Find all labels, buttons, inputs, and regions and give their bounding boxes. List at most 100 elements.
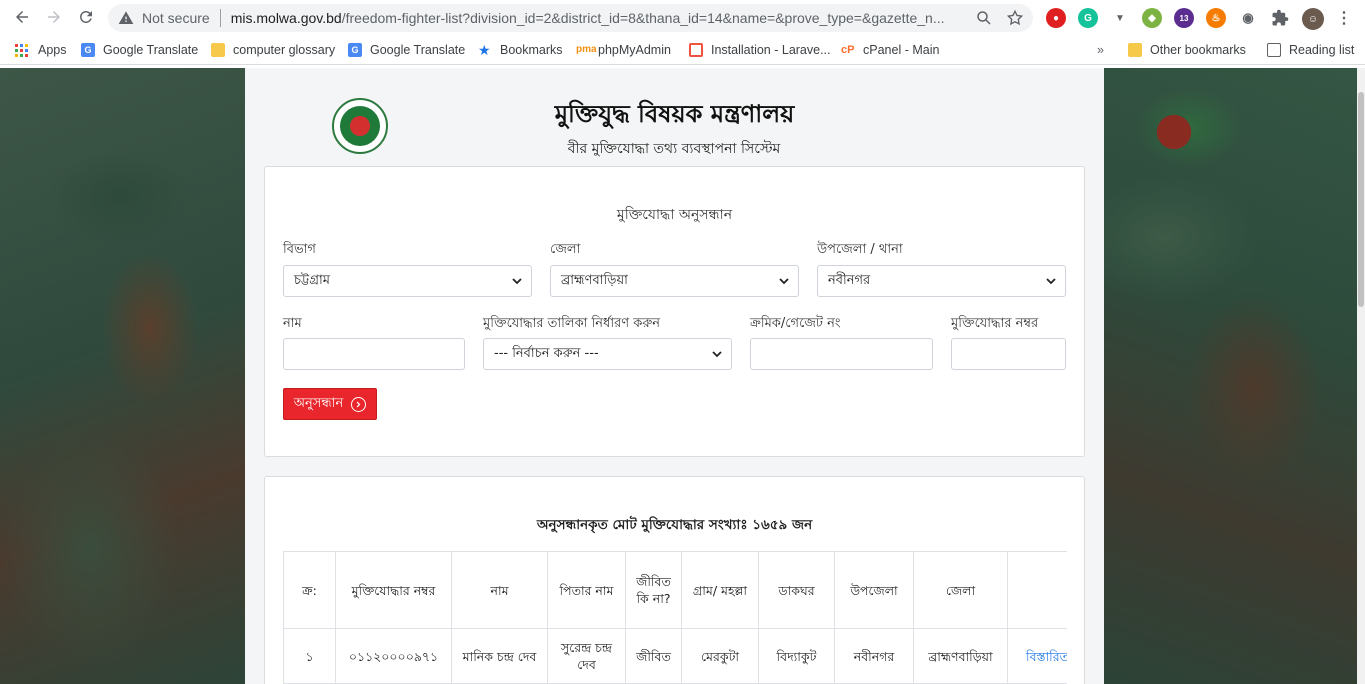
google-translate-icon: G	[81, 43, 95, 57]
list-type-select[interactable]: --- নির্বাচন করুন ---	[483, 338, 732, 370]
background-artwork-right	[1104, 68, 1357, 684]
reading-list-button[interactable]: Reading list	[1267, 41, 1354, 59]
cell-details: বিস্তারিত	[1007, 628, 1067, 684]
gazette-input[interactable]	[750, 338, 933, 370]
globe-extension-icon[interactable]: ◆	[1142, 8, 1162, 28]
zoom-search-icon[interactable]	[975, 9, 993, 27]
details-link[interactable]: বিস্তারিত	[1026, 649, 1067, 664]
bookmark-star-icon[interactable]	[1006, 9, 1024, 27]
phpmyadmin-icon: pma	[576, 44, 597, 55]
browser-toolbar: Not secure mis.molwa.gov.bd/freedom-figh…	[0, 0, 1365, 35]
gazette-label: ক্রমিক/গেজেট নং	[750, 316, 841, 331]
column-header: ক্র:	[283, 551, 336, 629]
search-button[interactable]: অনুসন্ধান	[283, 388, 377, 420]
folder-icon	[211, 43, 225, 57]
column-header: জেলা	[913, 551, 1008, 629]
bookmark-label: Bookmarks	[500, 43, 563, 57]
cell-name: মানিক চন্দ্র দেব	[451, 628, 548, 684]
bookmark-laravel-installation[interactable]: Installation - Larave...	[689, 41, 831, 59]
bookmark-cpanel[interactable]: cP cPanel - Main	[841, 41, 939, 59]
vue-devtools-extension-icon[interactable]: ▼	[1110, 8, 1130, 28]
name-input[interactable]	[283, 338, 465, 370]
thana-select[interactable]: নবীনগর	[817, 265, 1066, 297]
adblock-extension-icon[interactable]: ●	[1046, 8, 1066, 28]
cell-upazila: নবীনগর	[834, 628, 914, 684]
chevron-down-icon	[512, 278, 522, 285]
bookmark-bookmarks[interactable]: ★ Bookmarks	[478, 41, 563, 59]
bookmark-computer-glossary[interactable]: computer glossary	[211, 41, 335, 59]
bookmark-phpmyadmin[interactable]: pma phpMyAdmin	[576, 41, 671, 59]
page-subtitle: বীর মুক্তিযোদ্ধা তথ্য ব্যবস্থাপনা সিস্টে…	[567, 141, 781, 157]
division-select[interactable]: চট্টগ্রাম	[283, 265, 532, 297]
cell-alive-status: জীবিত	[625, 628, 682, 684]
district-select-value: ব্রাহ্মণবাড়িয়া	[561, 272, 628, 288]
cell-serial: ১	[283, 628, 336, 684]
scrollbar-thumb[interactable]	[1358, 92, 1364, 307]
thana-select-value: নবীনগর	[828, 272, 871, 288]
bookmark-apps-label: Apps	[38, 43, 67, 57]
arrow-circle-right-icon	[351, 396, 367, 412]
google-translate-icon: G	[348, 43, 362, 57]
folder-icon	[1128, 43, 1142, 57]
warning-triangle-icon[interactable]	[118, 10, 134, 26]
back-arrow-icon[interactable]	[6, 1, 38, 33]
name-label: নাম	[283, 316, 302, 331]
column-header: মুক্তিযোদ্ধার নম্বর	[335, 551, 452, 629]
column-header: উপজেলা	[834, 551, 914, 629]
url-text[interactable]: mis.molwa.gov.bd/freedom-fighter-list?di…	[231, 10, 951, 26]
bookmark-other-bookmarks[interactable]: Other bookmarks	[1128, 41, 1246, 59]
camera-extension-icon[interactable]: ◉	[1238, 8, 1258, 28]
address-bar[interactable]: Not secure mis.molwa.gov.bd/freedom-figh…	[108, 4, 1033, 32]
district-select[interactable]: ব্রাহ্মণবাড়িয়া	[550, 265, 799, 297]
ff-number-input[interactable]	[951, 338, 1066, 370]
profile-avatar[interactable]: ☺	[1302, 8, 1324, 30]
page-viewport: মুক্তিযুদ্ধ বিষয়ক মন্ত্রণালয় বীর মুক্ত…	[0, 68, 1365, 684]
bookmark-label: Installation - Larave...	[711, 43, 831, 57]
bookmark-label: cPanel - Main	[863, 43, 940, 57]
column-header	[1007, 551, 1067, 629]
ff-number-label: মুক্তিযোদ্ধার নম্বর	[951, 316, 1039, 331]
division-select-value: চট্টগ্রাম	[294, 272, 330, 288]
results-count-heading: অনুসন্ধানকৃত মোট মুক্তিযোদ্ধার সংখ্যাঃ ১…	[536, 517, 813, 533]
bookmarks-overflow-label: »	[1097, 43, 1104, 57]
not-secure-label[interactable]: Not secure	[142, 10, 210, 26]
bookmark-google-translate-2[interactable]: G Google Translate	[348, 41, 465, 59]
reload-icon[interactable]	[70, 1, 102, 33]
extension-badge-count: 13	[1179, 13, 1189, 23]
bookmark-apps[interactable]: Apps	[15, 41, 67, 59]
page-scrollbar[interactable]	[1357, 68, 1365, 684]
cell-village: মেরকুটা	[681, 628, 759, 684]
bookmarks-overflow-chevron-icon[interactable]: »	[1097, 41, 1104, 59]
cell-post-office: বিদ্যাকুট	[758, 628, 835, 684]
division-label: বিভাগ	[283, 242, 316, 257]
bookmark-label: computer glossary	[233, 43, 336, 57]
search-card: মুক্তিযোদ্ধা অনুসন্ধান বিভাগ চট্টগ্রাম জ…	[264, 166, 1085, 457]
table-header-row: ক্র: মুক্তিযোদ্ধার নম্বর নাম পিতার নাম জ…	[283, 551, 1067, 629]
grammarly-extension-icon[interactable]: G	[1078, 8, 1098, 28]
apps-grid-icon	[15, 43, 28, 57]
bookmark-google-translate-1[interactable]: G Google Translate	[81, 41, 198, 59]
thana-label: উপজেলা / থানা	[817, 242, 903, 257]
chevron-down-icon	[712, 351, 722, 358]
results-table-scroll[interactable]: ক্র: মুক্তিযোদ্ধার নম্বর নাম পিতার নাম জ…	[283, 551, 1067, 684]
bookmarks-bar: Apps G Google Translate computer glossar…	[0, 35, 1365, 65]
column-header: নাম	[451, 551, 548, 629]
list-type-label: মুক্তিযোদ্ধার তালিকা নির্ধারণ করুন	[483, 316, 661, 331]
reading-list-label: Reading list	[1289, 43, 1355, 57]
bookmark-label: Google Translate	[103, 43, 199, 57]
puzzle-extensions-icon[interactable]	[1270, 8, 1290, 28]
forward-arrow-icon[interactable]	[38, 1, 70, 33]
background-artwork-left	[0, 68, 245, 684]
cell-ff-number: ০১১২০০০০৯৭১	[335, 628, 452, 684]
search-heading: মুক্তিযোদ্ধা অনুসন্ধান	[616, 207, 733, 223]
page-title: মুক্তিযুদ্ধ বিষয়ক মন্ত্রণালয়	[554, 99, 795, 128]
column-header: গ্রাম/ মহল্লা	[681, 551, 759, 629]
extension-badge-icon[interactable]: 13	[1174, 8, 1194, 28]
chrome-menu-icon[interactable]: ⋮	[1334, 8, 1354, 28]
url-path: /freedom-fighter-list?division_id=2&dist…	[341, 10, 945, 26]
bookmark-label: phpMyAdmin	[598, 43, 671, 57]
cell-father-name: সুরেন্দ্র চন্দ্র দেব	[547, 628, 626, 684]
results-card: অনুসন্ধানকৃত মোট মুক্তিযোদ্ধার সংখ্যাঃ ১…	[264, 476, 1085, 684]
cpanel-icon: cP	[841, 44, 855, 56]
fire-extension-icon[interactable]: ♨	[1206, 8, 1226, 28]
